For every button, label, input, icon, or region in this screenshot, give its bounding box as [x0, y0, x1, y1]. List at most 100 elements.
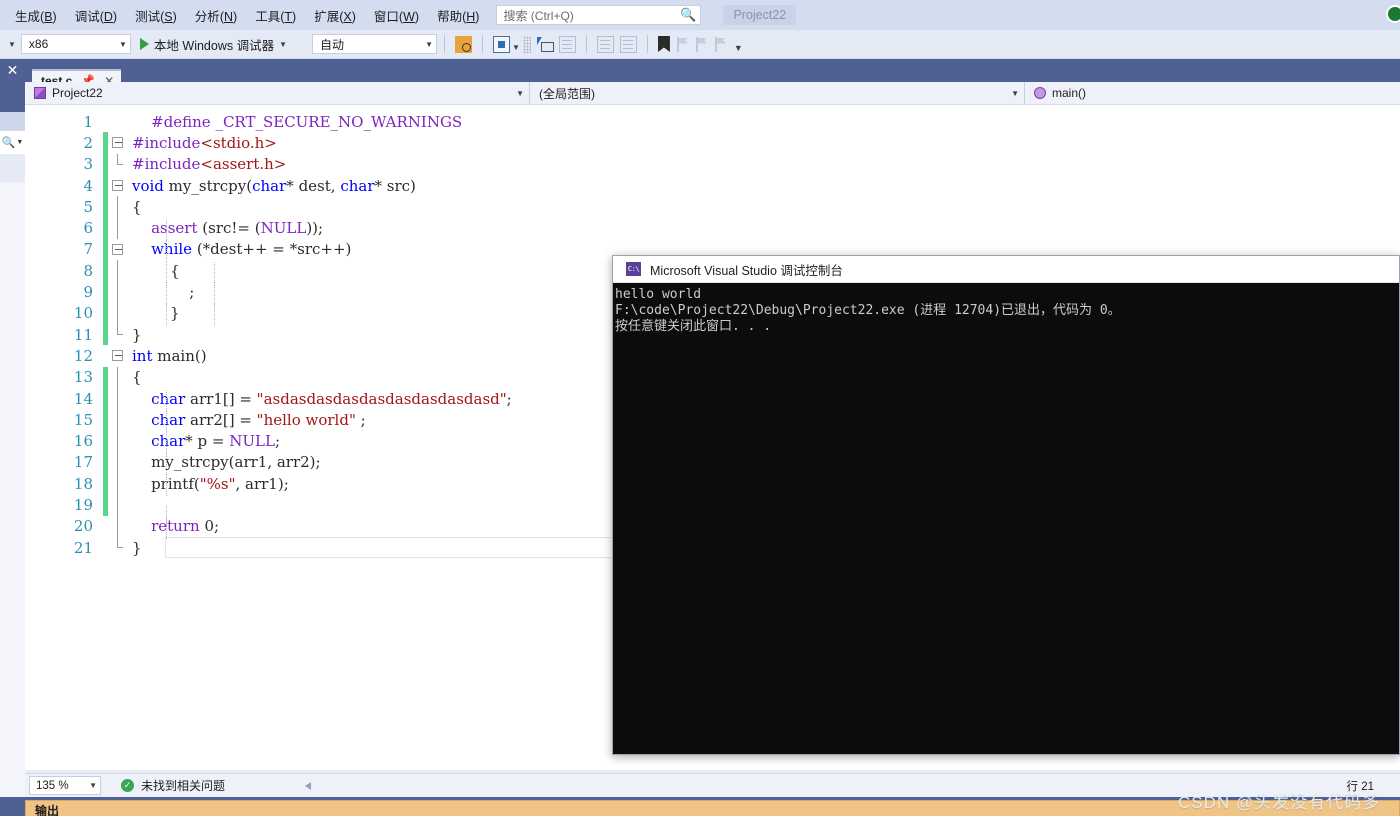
fold-guide-end [117, 323, 123, 335]
fold-guide [117, 409, 118, 431]
close-icon[interactable]: ✕ [0, 59, 25, 112]
menu-accelerator: T [284, 9, 293, 24]
solution-explorer-icon[interactable] [493, 35, 510, 53]
collapse-icon[interactable] [112, 179, 123, 191]
zoom-level-selector[interactable]: 135 % ▼ [29, 776, 101, 795]
indent-guide [214, 304, 215, 326]
toolbar-overflow-caret-icon[interactable]: ▼ [0, 40, 21, 49]
fold-column[interactable] [108, 175, 130, 196]
code-token: #define [151, 112, 211, 131]
menu-item-tools[interactable]: 工具(T) [246, 3, 305, 28]
chevron-down-icon[interactable]: ▼ [512, 43, 520, 52]
toolbar-overflow-icon[interactable]: ▼ [734, 43, 743, 53]
code-token: ; [132, 283, 195, 302]
code-token: my_strcpy( [163, 176, 253, 195]
navbar-scope-dropdown[interactable]: (全局范围) ▼ [530, 82, 1025, 104]
check-circle-icon: ✓ [121, 779, 134, 792]
fold-column[interactable] [108, 239, 130, 260]
fold-column[interactable] [108, 153, 130, 175]
fold-column[interactable] [108, 387, 130, 410]
comment-icon[interactable] [558, 35, 576, 53]
chevron-down-icon[interactable]: ▼ [279, 40, 287, 49]
indent-guide [166, 283, 167, 305]
fold-guide [117, 281, 118, 303]
search-icon: 🔍 [680, 7, 697, 22]
collapse-icon[interactable] [112, 137, 123, 149]
code-line[interactable]: 4 void my_strcpy(char* dest, char* src) [25, 174, 1400, 197]
fold-column[interactable] [108, 196, 130, 218]
toolbox-icon[interactable] [536, 36, 554, 52]
code-line[interactable]: 5{ [25, 196, 1400, 218]
code-line[interactable]: 2 #include<stdio.h> [25, 132, 1400, 154]
indent-guide [166, 517, 167, 539]
fold-column[interactable] [108, 366, 130, 388]
code-token: my_strcpy(arr1, arr2); [132, 453, 321, 472]
menu-accelerator: B [44, 9, 53, 24]
fold-column[interactable] [108, 111, 130, 132]
fold-column[interactable] [108, 515, 130, 537]
indent-guide [166, 219, 167, 241]
menu-item-help[interactable]: 帮助(H) [428, 3, 488, 28]
fold-column[interactable] [108, 302, 130, 324]
code-token: ; [355, 410, 366, 429]
code-line[interactable]: 3 #include<assert.h> [25, 153, 1400, 175]
collapse-icon[interactable] [112, 243, 123, 255]
fold-column[interactable] [108, 409, 130, 431]
fold-column[interactable] [108, 345, 130, 366]
fold-guide [117, 494, 118, 516]
line-number: 17 [73, 453, 93, 472]
menu-item-build[interactable]: 生成(B) [6, 3, 66, 28]
code-line[interactable]: 6 assert (src!= (NULL)); [25, 217, 1400, 241]
start-debug-button[interactable]: 本地 Windows 调试器 ▼ [139, 35, 287, 54]
toolbar-separator [585, 35, 587, 53]
output-panel[interactable]: 输出 [25, 800, 1400, 816]
menu-item-test[interactable]: 测试(S) [126, 3, 186, 28]
code-line[interactable]: 1 #define _CRT_SECURE_NO_WARNINGS [25, 111, 1400, 132]
menu-item-window[interactable]: 窗口(W) [365, 3, 428, 28]
configuration-selector[interactable]: 自动 ▼ [312, 34, 437, 54]
fold-column[interactable] [108, 430, 130, 452]
navbar-project-dropdown[interactable]: Project22 ▼ [25, 82, 530, 104]
menu-item-analyze[interactable]: 分析(N) [186, 3, 246, 28]
fold-column[interactable] [108, 132, 130, 153]
indent-guide [166, 453, 167, 475]
rail-background [0, 154, 25, 816]
error-list-status[interactable]: ✓ 未找到相关问题 [121, 777, 225, 794]
code-token: } [132, 304, 180, 323]
indent-guide [214, 283, 215, 305]
navigation-bar: Project22 ▼ (全局范围) ▼ main() [25, 82, 1400, 105]
code-token: { [132, 368, 142, 387]
quick-launch-search[interactable]: 搜索 (Ctrl+Q) 🔍 [496, 5, 702, 25]
code-token: <stdio.h> [200, 133, 277, 152]
search-icon[interactable]: 🔍 ▼ [0, 131, 25, 154]
platform-selector[interactable]: x86 ▼ [20, 34, 131, 54]
fold-column[interactable] [108, 217, 130, 239]
collapse-icon[interactable] [112, 350, 123, 362]
menu-item-debug[interactable]: 调试(D) [66, 3, 126, 28]
code-token: char [151, 432, 186, 451]
code-token: int [132, 346, 153, 365]
line-number: 4 [83, 176, 93, 195]
code-token: <assert.h> [200, 155, 287, 174]
debug-console-window[interactable]: C:\ Microsoft Visual Studio 调试控制台 hello … [612, 255, 1400, 755]
fold-column[interactable] [108, 260, 130, 282]
left-tool-rail: ✕ 🔍 ▼ [0, 59, 25, 816]
line-number: 12 [73, 346, 93, 365]
line-number: 5 [83, 197, 93, 216]
fold-column[interactable] [108, 323, 130, 345]
properties-window-icon[interactable] [522, 35, 531, 53]
find-in-files-icon[interactable] [455, 35, 472, 53]
bookmark-icon[interactable] [657, 36, 670, 52]
code-token: char [252, 176, 287, 195]
fold-column[interactable] [108, 281, 130, 303]
status-navigate-icon[interactable] [305, 781, 312, 790]
fold-column[interactable] [108, 494, 130, 516]
notification-badge-icon[interactable] [1378, 1, 1400, 27]
fold-column[interactable] [108, 451, 130, 474]
navbar-member-dropdown[interactable]: main() [1025, 82, 1400, 104]
fold-column[interactable] [108, 473, 130, 495]
fold-column[interactable] [108, 536, 130, 558]
menu-item-extensions[interactable]: 扩展(X) [305, 3, 365, 28]
line-number: 15 [73, 410, 93, 429]
